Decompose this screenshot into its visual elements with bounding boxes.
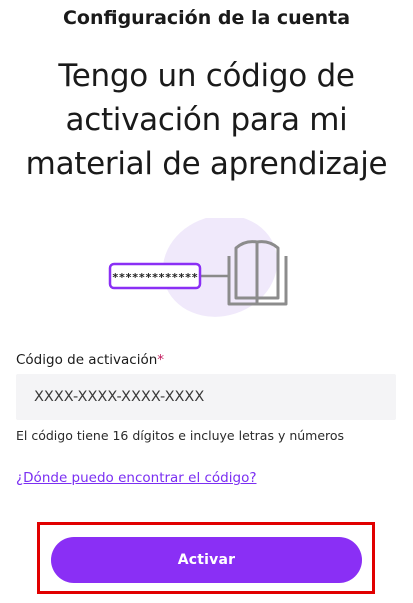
helper-text: El código tiene 16 dígitos e incluye let… xyxy=(16,428,345,443)
hero-title-line-1: Tengo un código de xyxy=(58,58,355,94)
code-book-illustration: ************* xyxy=(108,215,288,317)
activation-illustration: ************* xyxy=(100,215,310,328)
activation-code-label: Código de activación* xyxy=(16,352,165,368)
hero-title-line-2: activación para mi xyxy=(65,102,348,138)
page-header-title: Configuración de la cuenta xyxy=(62,7,351,29)
code-mask-text: ************* xyxy=(112,271,198,284)
find-code-link[interactable]: ¿Dónde puedo encontrar el código? xyxy=(16,470,257,486)
activation-code-input[interactable] xyxy=(16,374,396,420)
required-mark: * xyxy=(157,352,165,368)
hero-title-line-3: material de aprendizaje xyxy=(25,146,388,182)
activation-page: Configuración de la cuenta Tengo un códi… xyxy=(0,0,413,603)
hero-title: Tengo un código de activación para mi ma… xyxy=(0,54,413,186)
activate-button[interactable]: Activar xyxy=(51,537,362,583)
